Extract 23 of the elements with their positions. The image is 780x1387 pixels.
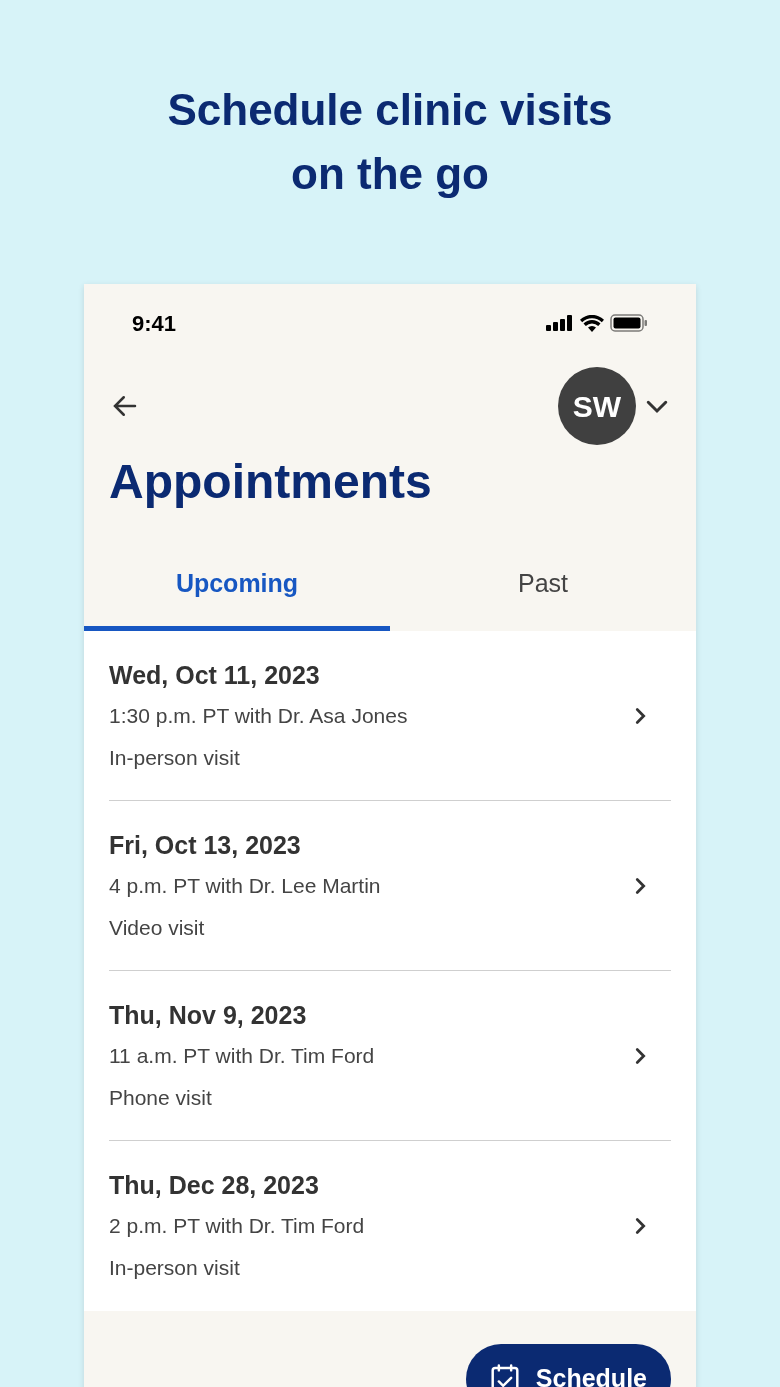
appointment-details: 11 a.m. PT with Dr. Tim Ford: [109, 1042, 375, 1069]
visit-type: In-person visit: [109, 1255, 241, 1281]
appointment-date: Thu, Nov 9, 2023: [109, 999, 308, 1031]
page-title: Appointments: [108, 454, 433, 510]
status-time: 9:41: [132, 309, 177, 338]
appointment-details: 1:30 p.m. PT with Dr. Asa Jones: [109, 702, 408, 729]
appointment-date: Thu, Dec 28, 2023: [109, 1170, 320, 1201]
visit-type: Phone visit: [109, 1084, 213, 1111]
appointment-date: Wed, Oct 11, 2023: [109, 659, 321, 691]
wifi-icon: [580, 314, 604, 332]
signal-icon: [546, 315, 574, 331]
appointment-details: 2 p.m. PT with Dr. Tim Ford: [109, 1213, 365, 1239]
headline: on the go: [291, 148, 489, 200]
calendar-check-icon: [489, 1363, 520, 1387]
battery-icon: [610, 314, 648, 332]
appointment-date: Fri, Oct 13, 2023: [109, 829, 302, 861]
appointment-details: 4 p.m. PT with Dr. Lee Martin: [109, 872, 381, 899]
avatar[interactable]: SW: [558, 367, 636, 445]
tab[interactable]: Past: [390, 542, 696, 631]
schedule-button[interactable]: Schedule: [465, 1344, 671, 1387]
headline: Schedule clinic visits: [167, 84, 613, 136]
visit-type: In-person visit: [109, 744, 241, 771]
visit-type: Video visit: [109, 914, 206, 941]
